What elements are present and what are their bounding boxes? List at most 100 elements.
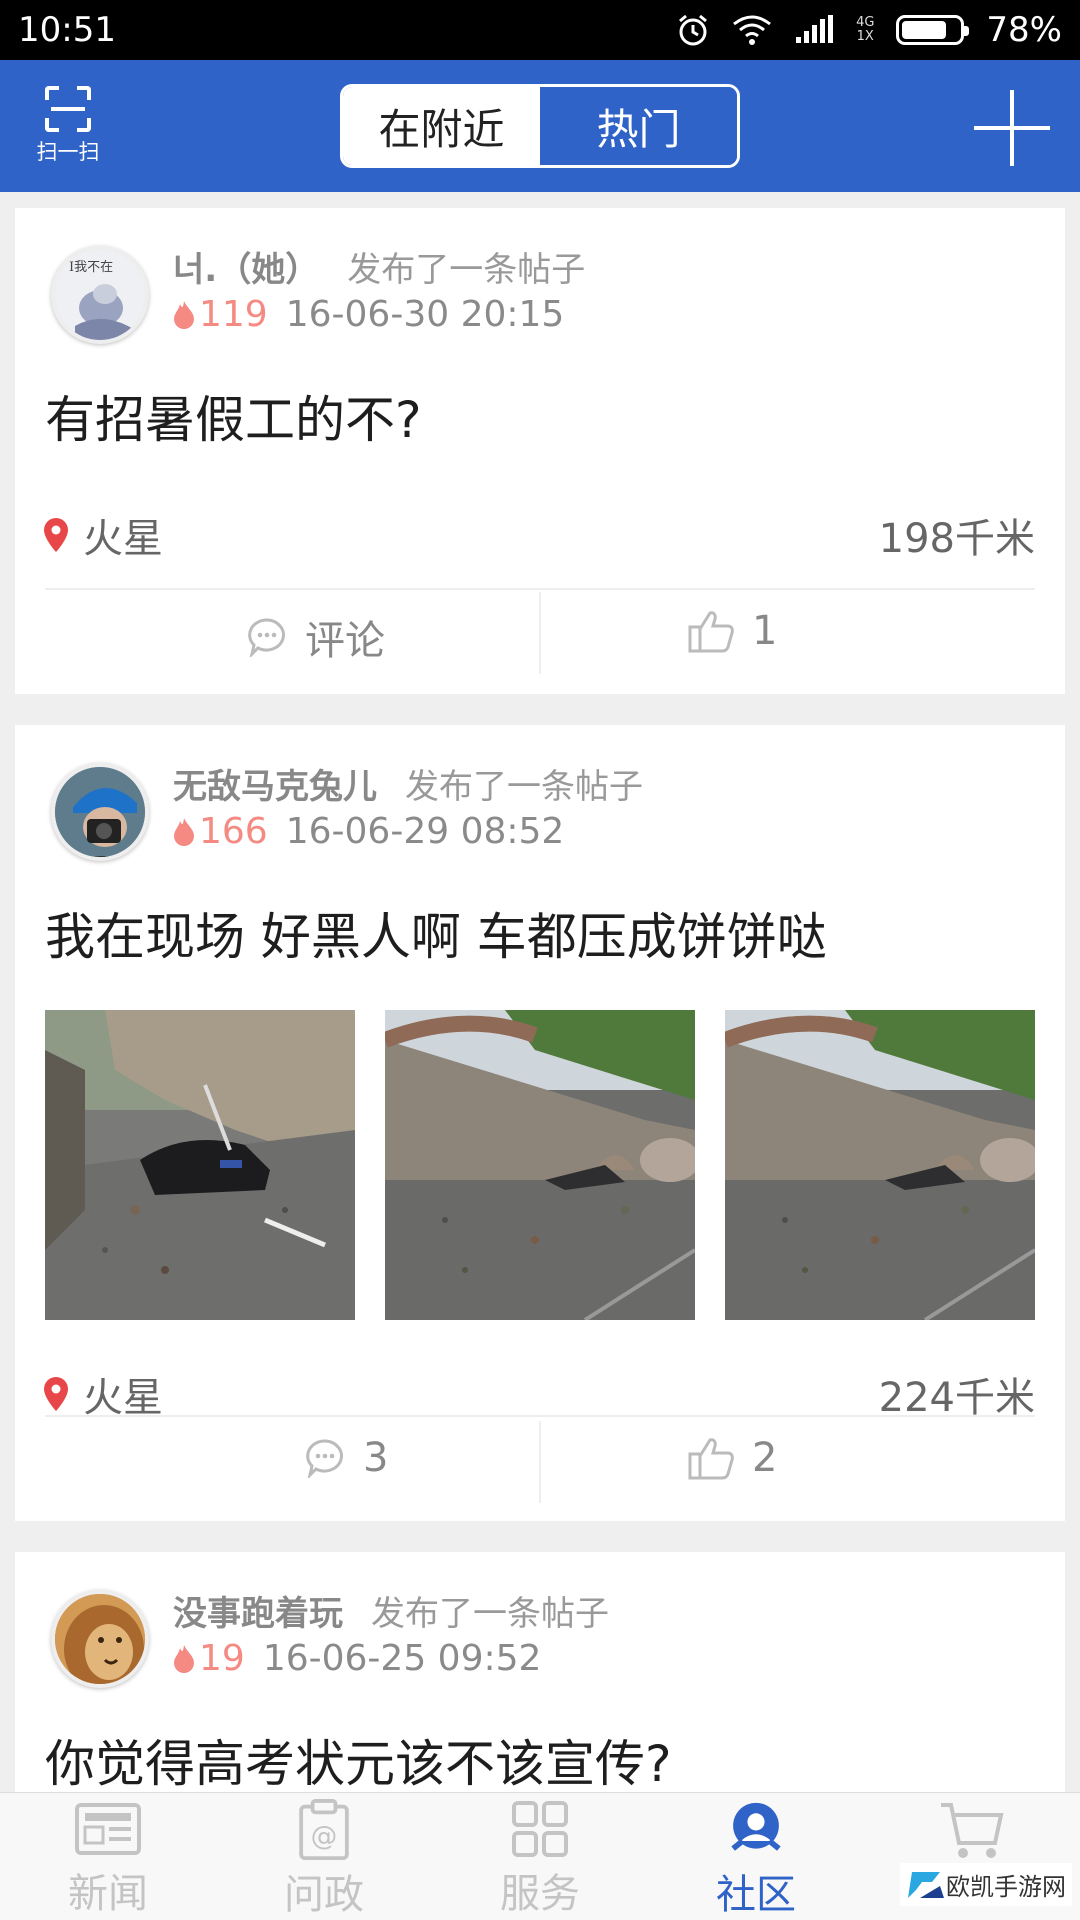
avatar-image xyxy=(55,1594,145,1684)
svg-text:@: @ xyxy=(311,1821,338,1852)
location-pin-icon xyxy=(44,1377,68,1411)
comment-button[interactable]: 评论 xyxy=(247,608,385,666)
location-name: 火星 xyxy=(83,516,163,562)
thumbs-up-icon xyxy=(688,611,734,653)
community-icon xyxy=(731,1802,781,1851)
divider xyxy=(45,1415,1035,1417)
comment-button[interactable]: 3 xyxy=(305,1435,388,1481)
signal-icon xyxy=(796,15,834,43)
avatar[interactable] xyxy=(51,763,149,861)
post-author-line: 无敌马克兔儿 发布了一条帖子 xyxy=(173,759,643,808)
comment-icon xyxy=(248,618,285,657)
wifi-icon xyxy=(733,15,771,45)
post-photo[interactable] xyxy=(725,1010,1035,1320)
post-title[interactable]: 我在现场 好黑人啊 车都压成饼饼哒 xyxy=(45,897,827,969)
post-timestamp: 16-06-25 09:52 xyxy=(262,1638,542,1679)
accident-photo-2 xyxy=(385,1010,695,1320)
like-count: 1 xyxy=(752,608,778,654)
scan-icon xyxy=(45,86,91,132)
post-meta: 119 16-06-30 20:15 xyxy=(173,294,564,335)
like-button[interactable]: 2 xyxy=(688,1435,777,1481)
heat-count: 119 xyxy=(173,294,268,335)
post-title[interactable]: 你觉得高考状元该不该宣传? xyxy=(45,1724,672,1792)
post-action: 发布了一条帖子 xyxy=(371,1594,609,1634)
nav-wenzheng[interactable]: @ 问政 xyxy=(216,1793,432,1920)
flame-icon xyxy=(174,300,194,329)
post-action: 发布了一条帖子 xyxy=(405,767,643,807)
post-feed[interactable]: I我不在 너.（她） 发布了一条帖子 119 16-06-30 20:15 有招暑… xyxy=(0,192,1080,1792)
divider xyxy=(45,588,1035,590)
post-photos xyxy=(45,1010,1035,1320)
accident-photo-1 xyxy=(45,1010,355,1320)
top-bar: 扫一扫 在附近 热门 xyxy=(0,60,1080,192)
post-timestamp: 16-06-30 20:15 xyxy=(285,294,565,335)
status-icons: 4G 1X 78% xyxy=(676,10,1062,50)
add-post-button[interactable] xyxy=(974,90,1050,166)
watermark: 欧凯手游网 xyxy=(900,1863,1072,1906)
grid-icon xyxy=(512,1801,568,1857)
nav-news-label: 新闻 xyxy=(68,1871,148,1917)
avatar-image xyxy=(55,767,145,857)
nav-community[interactable]: 社区 xyxy=(648,1793,864,1920)
network-1x: 1X xyxy=(856,29,874,44)
scan-label: 扫一扫 xyxy=(36,140,100,164)
nav-services[interactable]: 服务 xyxy=(432,1793,648,1920)
post-card[interactable]: 没事跑着玩 发布了一条帖子 19 16-06-25 09:52 你觉得高考状元该不… xyxy=(15,1552,1065,1792)
post-distance: 198千米 xyxy=(878,516,1035,562)
username[interactable]: 너.（她） xyxy=(173,250,319,290)
flame-icon xyxy=(174,1644,194,1673)
post-meta: 19 16-06-25 09:52 xyxy=(173,1638,541,1679)
heat-value: 119 xyxy=(199,294,268,335)
comment-icon xyxy=(306,1439,343,1478)
avatar[interactable] xyxy=(51,1590,149,1688)
comment-label: 评论 xyxy=(305,618,385,664)
battery-icon xyxy=(896,15,970,45)
post-timestamp: 16-06-29 08:52 xyxy=(285,811,565,852)
post-photo[interactable] xyxy=(45,1010,355,1320)
heat-count: 166 xyxy=(173,811,268,852)
thumbs-up-icon xyxy=(688,1438,734,1480)
username[interactable]: 无敌马克兔儿 xyxy=(173,767,377,807)
clipboard-at-icon: @ xyxy=(299,1799,349,1860)
username[interactable]: 没事跑着玩 xyxy=(173,1594,343,1634)
location-pin-icon xyxy=(44,518,68,552)
post-photo[interactable] xyxy=(385,1010,695,1320)
nav-community-label: 社区 xyxy=(716,1872,796,1918)
battery-percent: 78% xyxy=(986,10,1062,50)
like-count: 2 xyxy=(752,1435,778,1481)
post-location: 火星 xyxy=(43,506,163,564)
scan-button[interactable]: 扫一扫 xyxy=(28,86,108,170)
watermark-text: 欧凯手游网 xyxy=(946,1873,1066,1901)
nav-services-label: 服务 xyxy=(500,1871,580,1917)
post-title[interactable]: 有招暑假工的不? xyxy=(45,380,422,452)
accident-photo-3 xyxy=(725,1010,1035,1320)
post-author-line: 没事跑着玩 发布了一条帖子 xyxy=(173,1586,609,1635)
watermark-logo-icon xyxy=(908,1871,944,1898)
nav-news[interactable]: 新闻 xyxy=(0,1793,216,1920)
post-author-line: 너.（她） 发布了一条帖子 xyxy=(173,242,585,291)
network-4g: 4G xyxy=(856,15,875,30)
tab-nearby[interactable]: 在附近 xyxy=(343,87,540,165)
cart-icon xyxy=(941,1803,1004,1858)
flame-icon xyxy=(174,817,194,846)
heat-value: 166 xyxy=(199,811,268,852)
heat-value: 19 xyxy=(199,1638,245,1679)
news-icon xyxy=(75,1803,141,1855)
post-action: 发布了一条帖子 xyxy=(347,250,586,290)
like-button[interactable]: 1 xyxy=(688,608,777,654)
comment-count: 3 xyxy=(363,1435,389,1481)
network-type: 4G 1X xyxy=(856,16,874,44)
action-divider xyxy=(539,592,541,674)
avatar-text: I我不在 xyxy=(69,260,114,275)
alarm-icon xyxy=(679,14,708,46)
action-divider xyxy=(539,1421,541,1503)
avatar[interactable]: I我不在 xyxy=(51,246,149,344)
status-bar: 10:51 4G 1X 78% xyxy=(0,0,1080,60)
feed-tab-switch: 在附近 热门 xyxy=(340,84,740,168)
post-card[interactable]: 无敌马克兔儿 发布了一条帖子 166 16-06-29 08:52 我在现场 好黑… xyxy=(15,725,1065,1521)
status-time: 10:51 xyxy=(18,10,116,50)
post-card[interactable]: I我不在 너.（她） 发布了一条帖子 119 16-06-30 20:15 有招暑… xyxy=(15,208,1065,694)
nav-wenzheng-label: 问政 xyxy=(284,1872,364,1918)
tab-hot[interactable]: 热门 xyxy=(540,87,737,165)
heat-count: 19 xyxy=(173,1638,245,1679)
